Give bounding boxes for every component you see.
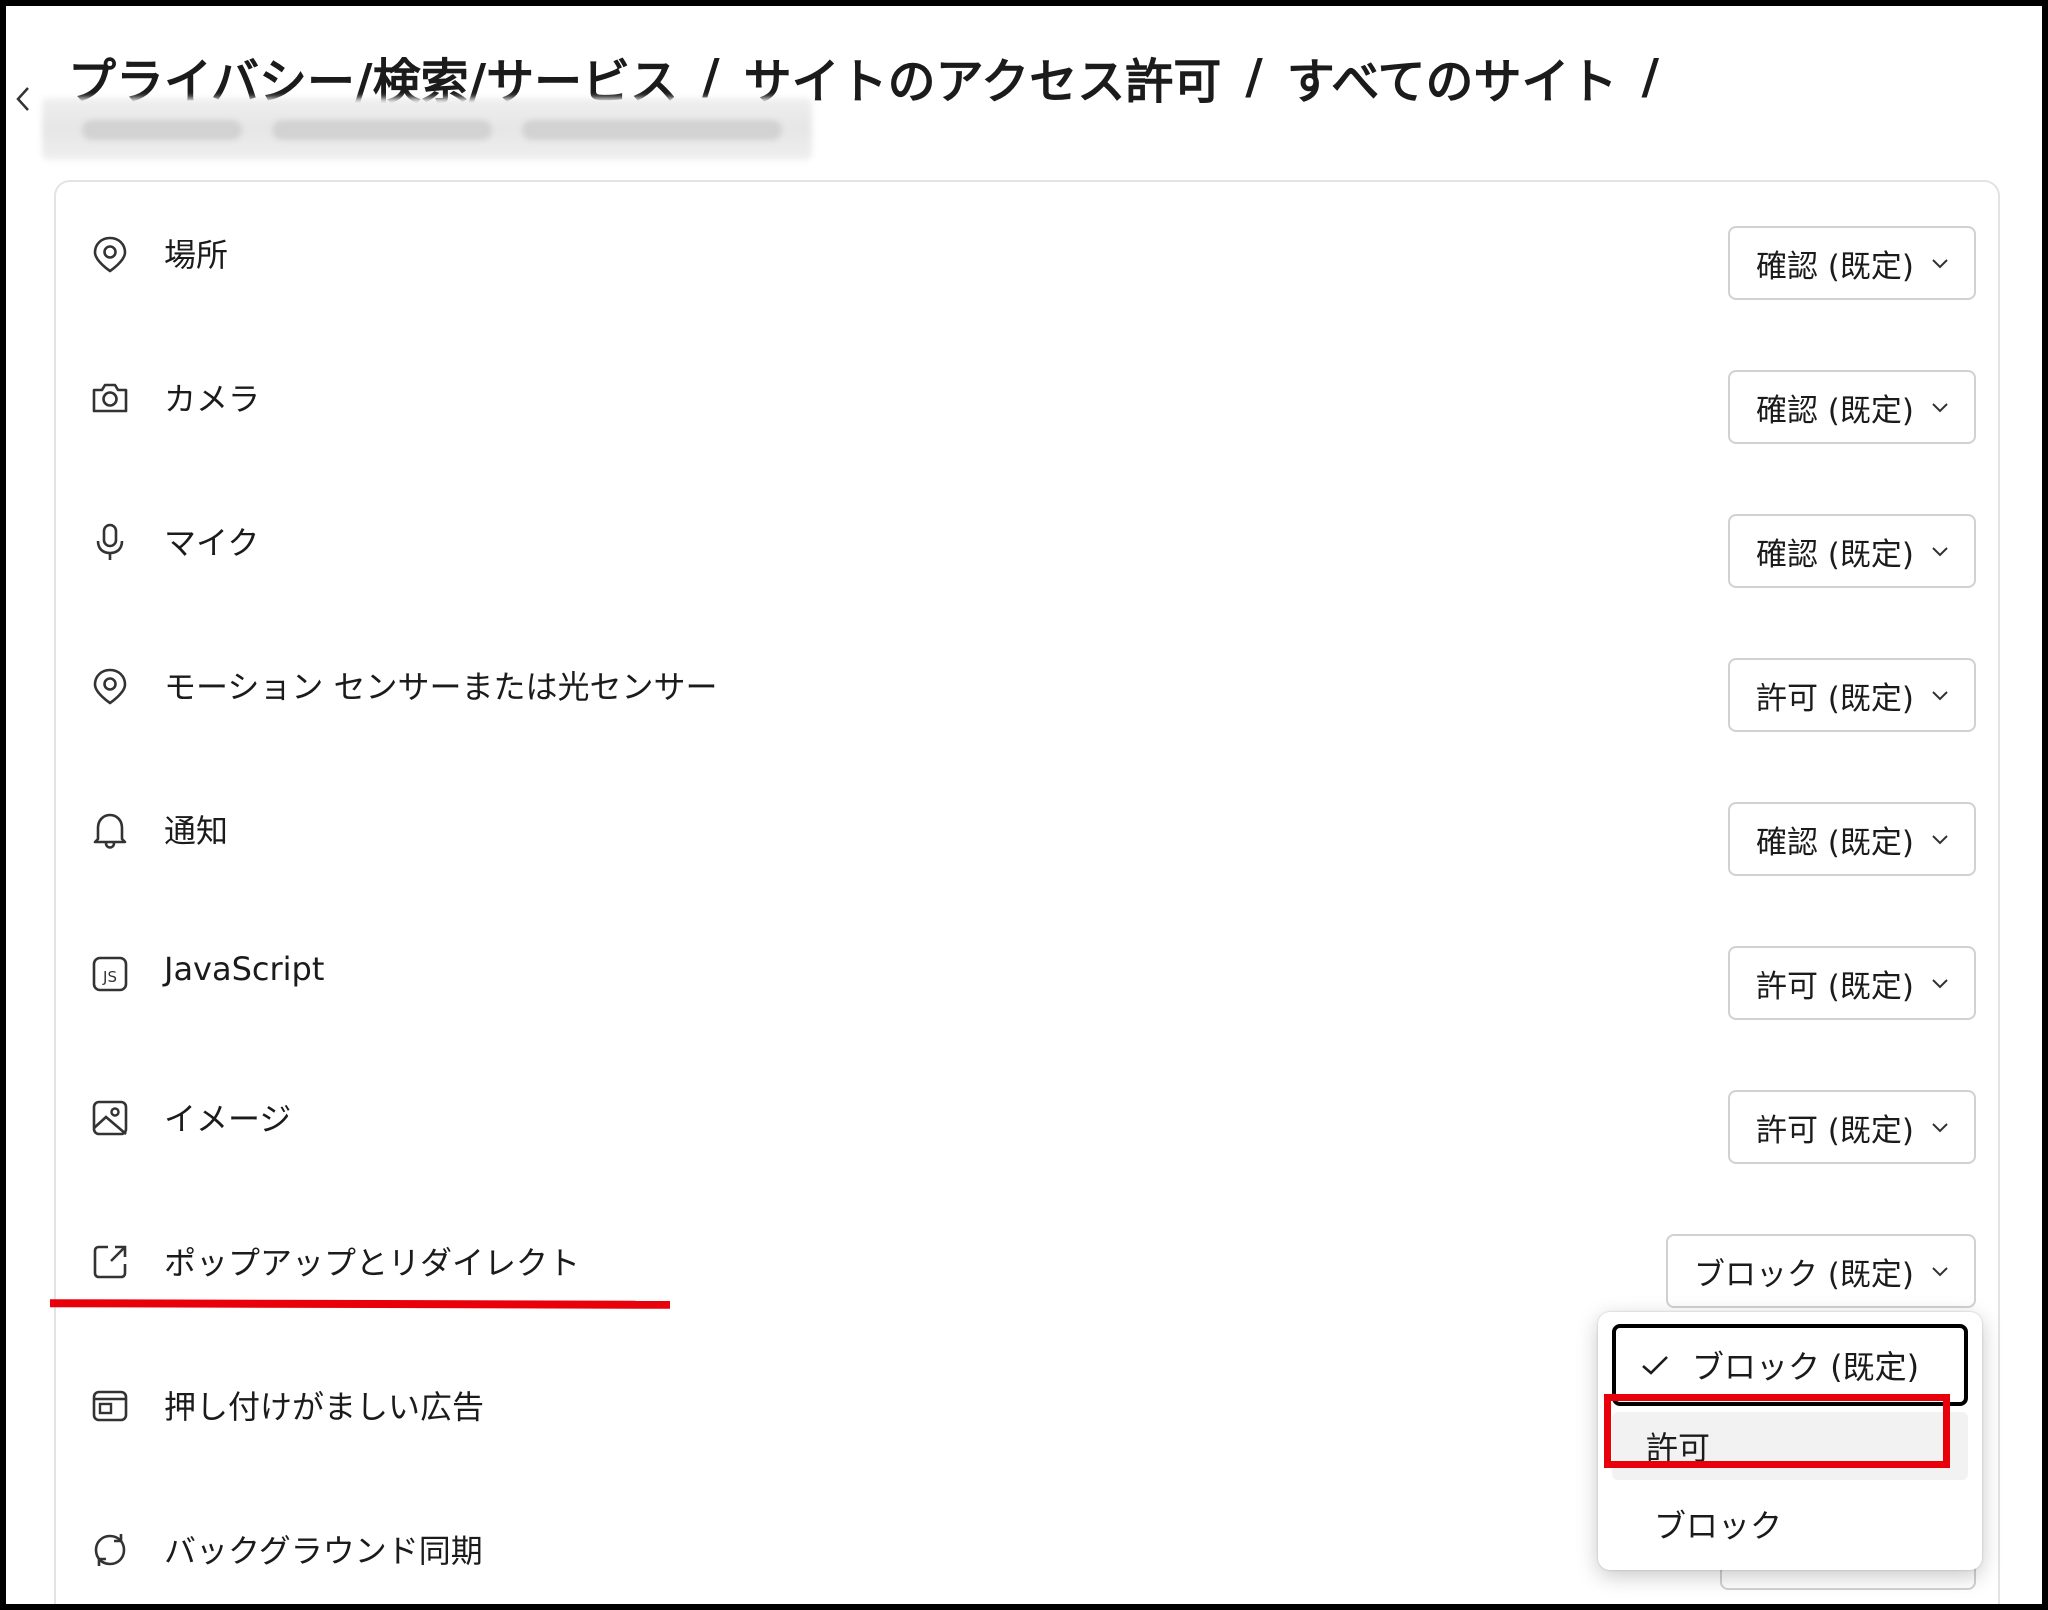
permission-select-location[interactable]: 確認 (既定) [1727,226,1976,300]
chevron-down-icon [1932,1123,1948,1133]
select-value: ブロック (既定) [1693,1256,1914,1293]
permission-label: JavaScript [164,950,325,988]
permission-select-motion-sensor[interactable]: 許可 (既定) [1727,658,1976,732]
back-chevron-icon[interactable] [12,84,34,114]
chevron-down-icon [1932,403,1948,413]
screenshot-frame: プライバシー/検索/サービス / サイトのアクセス許可 / すべてのサイト / … [0,0,2048,1610]
chevron-down-icon [1932,259,1948,269]
permission-row-location: 場所 確認 (既定) [56,182,1998,326]
permission-row-javascript: JS JavaScript 許可 (既定) [56,902,1998,1046]
annotation-red-underline [49,1299,671,1309]
permission-row-images: イメージ 許可 (既定) [56,1046,1998,1190]
permission-row-microphone: マイク 確認 (既定) [56,470,1998,614]
select-value: 確認 (既定) [1755,392,1914,429]
svg-text:JS: JS [102,968,117,986]
dropdown-option-block[interactable]: ブロック [1598,1488,1982,1560]
chevron-down-icon [1932,979,1948,989]
sync-icon [94,1534,126,1566]
permission-label: バックグラウンド同期 [164,1532,483,1570]
javascript-icon: JS [92,956,128,992]
breadcrumb-separator: / [1641,49,1660,105]
select-value: 確認 (既定) [1755,248,1914,285]
external-link-icon [93,1245,127,1279]
dropdown-option-label: ブロック [1654,1507,1783,1545]
permission-label: カメラ [164,380,261,418]
permission-select-microphone[interactable]: 確認 (既定) [1727,514,1976,588]
select-value: 許可 (既定) [1755,680,1914,717]
permission-row-notifications: 通知 確認 (既定) [56,758,1998,902]
motion-sensor-icon [93,668,127,705]
permission-select-images[interactable]: 許可 (既定) [1727,1090,1976,1164]
permission-row-motion-sensor: モーション センサーまたは光センサー 許可 (既定) [56,614,1998,758]
permission-select-javascript[interactable]: 許可 (既定) [1727,946,1976,1020]
annotation-red-highlight-box [1604,1394,1950,1468]
select-value: 確認 (既定) [1755,824,1914,861]
chevron-down-icon [1932,691,1948,701]
permission-select-popups[interactable]: ブロック (既定) [1665,1234,1976,1308]
breadcrumb-item-all-sites[interactable]: すべてのサイト [1287,42,1618,112]
chevron-down-icon [1932,1267,1948,1277]
breadcrumb-separator: / [1245,49,1263,105]
breadcrumb-separator: / [702,49,720,105]
image-icon [92,1100,128,1136]
permission-select-notifications[interactable]: 確認 (既定) [1727,802,1976,876]
checkmark-icon [1642,1356,1668,1375]
microphone-icon [96,523,124,560]
permission-label: 通知 [164,812,229,850]
select-value: 許可 (既定) [1755,968,1914,1005]
permission-label: ポップアップとリダイレクト [164,1244,581,1282]
bell-icon [93,813,127,849]
permission-row-camera: カメラ 確認 (既定) [56,326,1998,470]
dropdown-option-label: ブロック (既定) [1692,1348,1920,1386]
location-pin-icon [93,236,127,273]
breadcrumb-item-site-permissions[interactable]: サイトのアクセス許可 [744,42,1222,112]
select-value: 確認 (既定) [1755,536,1914,573]
permission-label: モーション センサーまたは光センサー [164,668,718,706]
chevron-down-icon [1932,835,1948,845]
permission-label: 場所 [164,236,229,274]
chevron-down-icon [1932,547,1948,557]
ad-window-icon [92,1390,128,1422]
permission-label: マイク [164,524,260,562]
redacted-site-url [42,98,812,160]
camera-icon [92,383,128,413]
select-value: 許可 (既定) [1755,1112,1914,1149]
permission-label: 押し付けがましい広告 [164,1388,485,1426]
permission-label: イメージ [164,1100,292,1138]
permission-select-camera[interactable]: 確認 (既定) [1727,370,1976,444]
